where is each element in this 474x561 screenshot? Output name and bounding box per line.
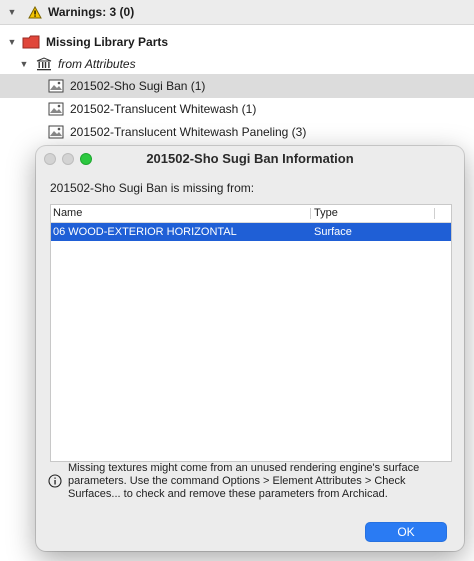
disclosure-icon[interactable]: ▼ — [18, 59, 30, 69]
folder-icon — [22, 35, 40, 49]
tree-group-missing-library-parts[interactable]: ▼ Missing Library Parts — [0, 30, 474, 54]
dialog-subtitle: 201502-Sho Sugi Ban is missing from: — [50, 181, 255, 195]
subgroup-label: from Attributes — [58, 57, 136, 71]
warnings-header-label: Warnings: 3 (0) — [48, 5, 135, 19]
column-header-name[interactable]: Name — [53, 207, 82, 219]
missing-from-list[interactable]: Name Type 06 WOOD-EXTERIOR HORIZONTAL Su… — [50, 204, 452, 462]
texture-icon — [48, 102, 64, 116]
dialog-titlebar[interactable]: 201502-Sho Sugi Ban Information — [36, 146, 464, 172]
warnings-header[interactable]: ▼ Warnings: 3 (0) — [0, 0, 474, 25]
warning-icon — [28, 5, 42, 19]
texture-icon — [48, 79, 64, 93]
tree-item-label: 201502-Translucent Whitewash (1) — [70, 102, 257, 116]
tree-subgroup-from-attributes[interactable]: ▼ from Attributes — [0, 52, 474, 76]
column-divider — [310, 208, 311, 219]
column-divider — [434, 208, 435, 219]
tree-item[interactable]: 201502-Sho Sugi Ban (1) — [0, 74, 474, 98]
ok-button[interactable]: OK — [365, 522, 447, 542]
tree-item-label: 201502-Sho Sugi Ban (1) — [70, 79, 206, 93]
tree-item[interactable]: 201502-Translucent Whitewash Paneling (3… — [0, 120, 474, 144]
tree-item[interactable]: 201502-Translucent Whitewash (1) — [0, 97, 474, 121]
library-icon — [36, 57, 52, 71]
disclosure-icon[interactable]: ▼ — [6, 37, 18, 47]
texture-icon — [48, 125, 64, 139]
dialog-title: 201502-Sho Sugi Ban Information — [146, 151, 354, 166]
information-dialog: 201502-Sho Sugi Ban Information 201502-S… — [36, 146, 464, 551]
tree-item-label: 201502-Translucent Whitewash Paneling (3… — [70, 125, 307, 139]
row-name: 06 WOOD-EXTERIOR HORIZONTAL — [53, 226, 237, 238]
info-message: Missing textures might come from an unus… — [48, 462, 452, 506]
list-row[interactable]: 06 WOOD-EXTERIOR HORIZONTAL Surface — [51, 223, 451, 241]
info-icon — [48, 474, 62, 493]
row-type: Surface — [314, 226, 352, 238]
column-header-type[interactable]: Type — [314, 207, 338, 219]
group-label: Missing Library Parts — [46, 35, 169, 49]
list-header: Name Type — [51, 205, 451, 223]
info-text: Missing textures might come from an unus… — [68, 462, 420, 500]
disclosure-icon[interactable]: ▼ — [6, 7, 18, 17]
